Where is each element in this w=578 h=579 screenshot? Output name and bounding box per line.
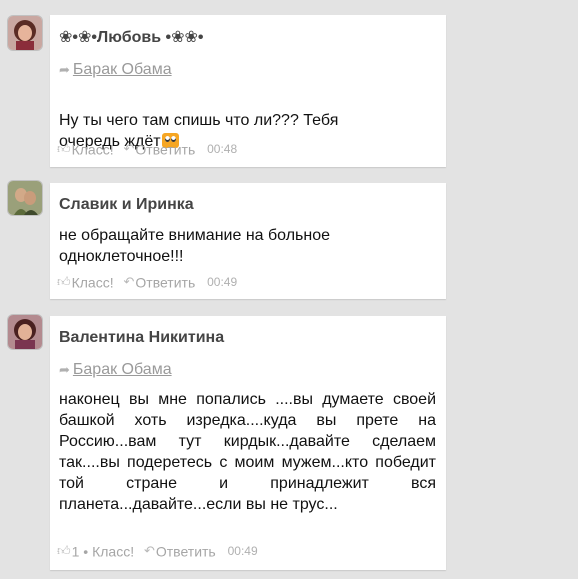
reply-icon: ↶ (123, 141, 135, 157)
comment-author[interactable]: ❀•❀•Любовь •❀❀• (59, 27, 203, 47)
avatar[interactable] (8, 315, 42, 349)
thumbs-up-icon: 👍︎ (57, 543, 71, 559)
reply-arrow-icon: ➦ (59, 362, 70, 377)
reply-icon: ↶ (143, 543, 155, 559)
separator-dot: • (83, 543, 89, 560)
comment-author[interactable]: Валентина Никитина (59, 329, 224, 347)
reply-button[interactable]: Ответить (135, 141, 195, 157)
comment-actions: 👍︎Класс! ↶Ответить 00:49 (57, 273, 237, 290)
comment-card: ❀•❀•Любовь •❀❀• ➦ Барак Обама Ну ты чего … (50, 15, 446, 167)
reply-button[interactable]: Ответить (156, 543, 216, 559)
comment-actions: 👍︎1 • Класс! ↶Ответить 00:49 (57, 542, 258, 559)
reply-arrow-icon: ➦ (59, 62, 70, 77)
reply-to-link[interactable]: ➦ Барак Обама (59, 361, 172, 379)
comment-card: Валентина Никитина ➦ Барак Обама наконец … (50, 316, 446, 570)
comment-author[interactable]: Славик и Иринка (59, 196, 194, 214)
reply-button[interactable]: Ответить (135, 274, 195, 290)
comment-text: не обращайте внимание на больное однокле… (59, 227, 331, 265)
comment-text: наконец вы мне попались ....вы думаете с… (59, 391, 436, 513)
comment-time: 00:48 (207, 142, 238, 157)
reply-icon: ↶ (123, 274, 135, 290)
comment-card: Славик и Иринка не обращайте внимание на… (50, 183, 446, 299)
like-count: 1 (71, 543, 80, 560)
comment-time: 00:49 (207, 275, 238, 290)
thumbs-up-icon: 👍︎ (57, 141, 71, 157)
avatar[interactable] (8, 181, 42, 215)
like-button[interactable]: Класс! (92, 543, 134, 559)
comment-time: 00:49 (227, 544, 258, 559)
thumbs-up-icon: 👍︎ (57, 274, 71, 290)
avatar[interactable] (8, 16, 42, 50)
comment-actions: 👍︎Класс! ↶Ответить 00:48 (57, 140, 237, 157)
reply-to-link[interactable]: ➦ Барак Обама (59, 61, 172, 79)
like-button[interactable]: Класс! (72, 141, 114, 157)
like-button[interactable]: Класс! (72, 274, 114, 290)
